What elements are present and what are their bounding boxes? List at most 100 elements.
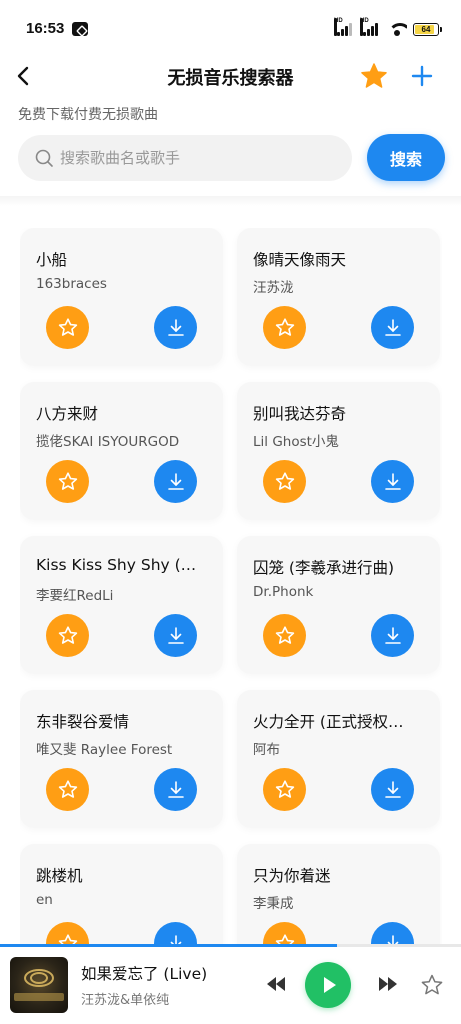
next-icon xyxy=(379,977,397,991)
favorite-button[interactable] xyxy=(46,460,89,503)
favorite-button[interactable] xyxy=(46,306,89,349)
song-artist: en xyxy=(36,892,53,908)
star-icon xyxy=(361,63,387,88)
play-icon xyxy=(324,977,336,993)
download-icon xyxy=(384,626,401,644)
battery-level: 64 xyxy=(421,24,431,34)
song-artist: 揽佬SKAI ISYOURGOD xyxy=(36,434,180,450)
star-outline-icon xyxy=(58,471,77,490)
download-icon xyxy=(167,780,184,798)
status-bar: 16:53 HD HD 64 xyxy=(0,0,461,52)
download-icon xyxy=(167,318,184,336)
now-playing-title: 如果爱忘了 (Live) xyxy=(81,965,208,983)
favorite-button[interactable] xyxy=(46,614,89,657)
star-outline-icon xyxy=(58,317,77,336)
song-card[interactable]: 像晴天像雨天 汪苏泷 xyxy=(237,228,440,366)
song-card[interactable]: 火力全开 (正式授权… 阿布 xyxy=(237,690,440,828)
song-title: 像晴天像雨天 xyxy=(253,251,347,269)
song-title: 小船 xyxy=(36,251,68,269)
search-bar xyxy=(18,135,352,181)
download-button[interactable] xyxy=(371,306,414,349)
add-button[interactable] xyxy=(408,62,436,90)
now-playing-artist: 汪苏泷&单依纯 xyxy=(81,993,170,1008)
song-title: 只为你着迷 xyxy=(253,867,331,885)
download-icon xyxy=(384,780,401,798)
next-button[interactable] xyxy=(377,975,399,993)
song-card[interactable]: 八方来财揽佬SKAI ISYOURGOD xyxy=(20,382,223,520)
download-icon xyxy=(167,626,184,644)
download-button[interactable] xyxy=(154,306,197,349)
song-title: 八方来财 xyxy=(36,405,99,423)
signal-2-icon: HD xyxy=(360,18,381,36)
favorite-button[interactable] xyxy=(46,922,89,946)
favorite-button[interactable] xyxy=(263,306,306,349)
search-button[interactable]: 搜索 xyxy=(367,134,445,181)
page-subtitle: 免费下载付费无损歌曲 xyxy=(18,107,158,123)
song-title: 火力全开 (正式授权… xyxy=(253,713,404,731)
status-time: 16:53 xyxy=(26,20,65,37)
song-artist: 唯又斐 Raylee Forest xyxy=(36,742,173,758)
song-card[interactable]: 跳楼机 en xyxy=(20,844,223,946)
star-outline-icon xyxy=(58,779,77,798)
song-artist: 李要红RedLi xyxy=(36,588,114,604)
previous-button[interactable] xyxy=(265,975,287,993)
song-card[interactable]: 囚笼 (李羲承进行曲) Dr.Phonk xyxy=(237,536,440,674)
download-button[interactable] xyxy=(154,768,197,811)
play-button[interactable] xyxy=(305,962,351,1008)
song-artist: 163braces xyxy=(36,276,107,292)
album-cover[interactable] xyxy=(10,957,68,1013)
star-outline-icon xyxy=(275,779,294,798)
player-favorite-button[interactable] xyxy=(420,973,444,997)
download-icon xyxy=(167,472,184,490)
favorite-button[interactable] xyxy=(263,460,306,503)
plus-icon xyxy=(411,65,433,87)
wifi-icon xyxy=(387,22,407,36)
signal-1-icon: HD xyxy=(334,18,355,36)
header-divider xyxy=(0,196,461,206)
song-artist: Lil Ghost小鬼 xyxy=(253,434,339,450)
star-outline-icon xyxy=(275,625,294,644)
song-artist: 阿布 xyxy=(253,742,280,758)
favorites-button[interactable] xyxy=(360,62,388,90)
download-button[interactable] xyxy=(154,614,197,657)
battery-icon: 64 xyxy=(413,22,442,36)
star-outline-icon xyxy=(58,625,77,644)
download-button[interactable] xyxy=(371,460,414,503)
download-button[interactable] xyxy=(154,460,197,503)
song-title: 东非裂谷爱情 xyxy=(36,713,130,731)
song-card[interactable]: 只为你着迷 李秉成 xyxy=(237,844,440,946)
song-artist: Dr.Phonk xyxy=(253,584,314,600)
song-title: 别叫我达芬奇 xyxy=(253,405,347,423)
favorite-button[interactable] xyxy=(46,768,89,811)
favorite-button[interactable] xyxy=(263,768,306,811)
app-header: 无损音乐搜索器 xyxy=(0,52,461,100)
download-icon xyxy=(384,318,401,336)
song-card[interactable]: Kiss Kiss Shy Shy (… 李要红RedLi xyxy=(20,536,223,674)
song-card[interactable]: 别叫我达芬奇 Lil Ghost小鬼 xyxy=(237,382,440,520)
star-outline-icon xyxy=(275,317,294,336)
mini-player: 如果爱忘了 (Live) 汪苏泷&单依纯 xyxy=(0,947,461,1024)
star-outline-icon xyxy=(421,974,443,995)
app-notification-icon xyxy=(72,22,88,36)
favorite-button[interactable] xyxy=(263,614,306,657)
previous-icon xyxy=(267,977,285,991)
download-button[interactable] xyxy=(154,922,197,946)
song-artist: 汪苏泷 xyxy=(253,280,294,296)
download-icon xyxy=(384,472,401,490)
song-title: Kiss Kiss Shy Shy (… xyxy=(36,556,197,574)
song-title: 囚笼 (李羲承进行曲) xyxy=(253,559,395,577)
song-card[interactable]: 东非裂谷爱情唯又斐 Raylee Forest xyxy=(20,690,223,828)
song-grid: 小船 163braces 像晴天像雨天 汪苏泷八方来财揽佬SKAI ISYOURGOD… xyxy=(20,228,442,946)
star-outline-icon xyxy=(275,471,294,490)
download-button[interactable] xyxy=(371,768,414,811)
status-indicators: HD HD 64 xyxy=(334,18,442,38)
favorite-button[interactable] xyxy=(263,922,306,946)
page-title: 无损音乐搜索器 xyxy=(167,68,294,89)
song-title: 跳楼机 xyxy=(36,867,83,885)
search-icon xyxy=(35,149,53,167)
song-artist: 李秉成 xyxy=(253,896,294,912)
search-input[interactable] xyxy=(60,149,330,167)
download-button[interactable] xyxy=(371,922,414,946)
download-button[interactable] xyxy=(371,614,414,657)
song-card[interactable]: 小船 163braces xyxy=(20,228,223,366)
